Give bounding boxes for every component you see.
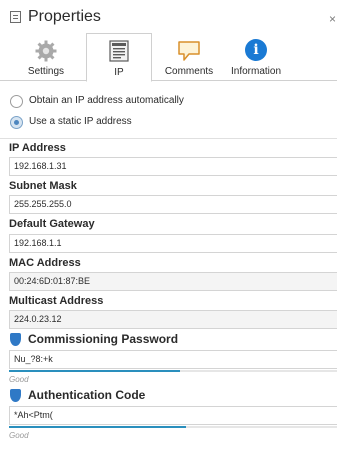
mac-address-field: 00:24:6D:01:87:BE <box>9 272 337 291</box>
authentication-code-strength-meter <box>9 426 337 428</box>
subnet-mask-label: Subnet Mask <box>9 180 77 192</box>
subnet-mask-input[interactable]: 255.255.255.0 <box>9 195 337 214</box>
multicast-address-label: Multicast Address <box>9 295 104 307</box>
multicast-address-value: 224.0.23.12 <box>14 314 62 324</box>
strength-meter-fill <box>9 370 180 372</box>
authentication-code-input[interactable]: *Ah<Ptm( <box>9 406 337 425</box>
radio-label: Obtain an IP address automatically <box>29 95 184 106</box>
ip-address-value: 192.168.1.31 <box>14 161 67 171</box>
title-bar: Properties × <box>0 0 337 33</box>
tab-ip[interactable]: IP <box>86 33 152 82</box>
properties-icon <box>10 11 21 23</box>
window-title: Properties <box>28 8 101 25</box>
tab-comments-label: Comments <box>164 66 214 77</box>
ip-settings-icon <box>109 40 129 62</box>
tab-ip-label: IP <box>114 67 124 78</box>
close-icon[interactable]: × <box>329 12 336 26</box>
tab-strip: Settings IP Comments i Information <box>0 33 337 82</box>
mac-address-value: 00:24:6D:01:87:BE <box>14 276 91 286</box>
radio-button-selected[interactable] <box>10 116 23 129</box>
radio-label: Use a static IP address <box>29 116 132 127</box>
shield-icon <box>10 389 21 402</box>
ip-address-input[interactable]: 192.168.1.31 <box>9 157 337 176</box>
default-gateway-value: 192.168.1.1 <box>14 238 62 248</box>
multicast-address-field: 224.0.23.12 <box>9 310 337 329</box>
default-gateway-label: Default Gateway <box>9 218 95 230</box>
commissioning-password-value: Nu_?8:+k <box>14 354 53 364</box>
mac-address-label: MAC Address <box>9 257 81 269</box>
authentication-code-strength-label: Good <box>9 431 29 440</box>
subnet-mask-value: 255.255.255.0 <box>14 199 72 209</box>
authentication-code-label: Authentication Code <box>28 388 146 402</box>
tab-settings-label: Settings <box>27 66 65 77</box>
ip-address-label: IP Address <box>9 142 66 154</box>
comment-icon <box>178 41 200 61</box>
default-gateway-input[interactable]: 192.168.1.1 <box>9 234 337 253</box>
authentication-code-value: *Ah<Ptm( <box>14 410 53 420</box>
info-icon: i <box>245 39 267 61</box>
radio-button[interactable] <box>10 95 23 108</box>
tab-comments[interactable]: Comments <box>158 33 220 81</box>
commissioning-password-strength-meter <box>9 370 337 372</box>
divider <box>0 138 337 139</box>
tab-information-label: Information <box>230 66 282 77</box>
strength-meter-fill <box>9 426 187 428</box>
tab-information[interactable]: i Information <box>224 33 288 81</box>
gear-icon <box>35 40 57 62</box>
commissioning-password-strength-label: Good <box>9 375 29 384</box>
commissioning-password-label: Commissioning Password <box>28 332 179 346</box>
commissioning-password-input[interactable]: Nu_?8:+k <box>9 350 337 369</box>
shield-icon <box>10 333 21 346</box>
tab-settings[interactable]: Settings <box>18 33 74 81</box>
